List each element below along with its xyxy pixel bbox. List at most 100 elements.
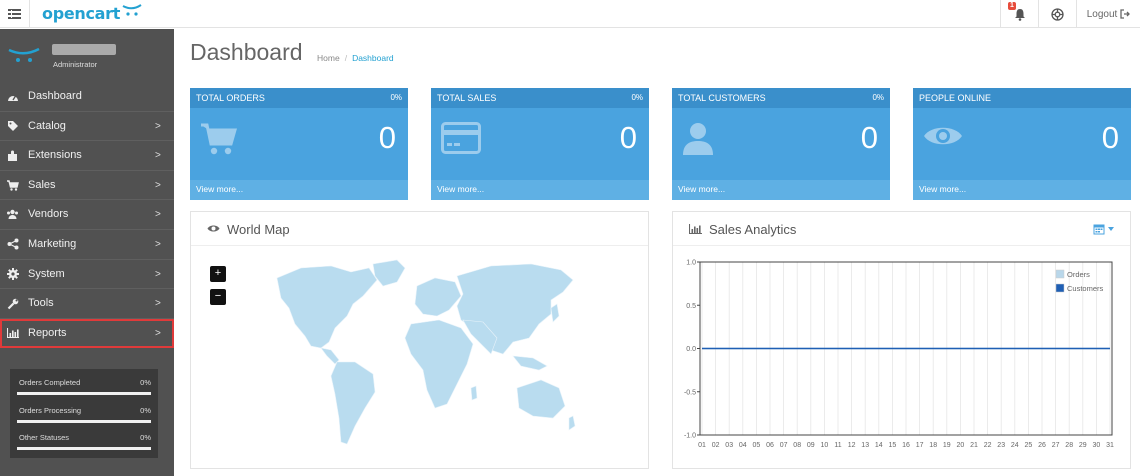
legend-label: Orders <box>1067 270 1090 279</box>
users-icon <box>6 208 19 221</box>
sidebar-item-vendors[interactable]: Vendors > <box>0 200 174 230</box>
x-tick-label: 12 <box>848 442 856 449</box>
logout-button[interactable]: Logout <box>1076 0 1140 28</box>
sidebar-item-label: Dashboard <box>28 90 82 102</box>
menu-toggle-button[interactable] <box>0 0 30 28</box>
credit-card-icon <box>441 122 481 154</box>
new-zealand-shape <box>568 415 576 431</box>
bar-chart-icon <box>689 224 702 234</box>
x-tick-label: 19 <box>943 442 951 449</box>
notification-badge: 1 <box>1008 2 1016 10</box>
notifications-button[interactable]: 1 <box>1000 0 1038 28</box>
y-tick-label: -0.5 <box>684 389 696 396</box>
top-navbar: opencart 1 Logout <box>0 0 1140 28</box>
legend-swatch <box>1055 269 1065 279</box>
sidebar-item-dashboard[interactable]: Dashboard <box>0 82 174 112</box>
tile-value: 0 <box>378 120 396 155</box>
main-content: Dashboard Home / Dashboard TOTAL ORDERS … <box>174 29 1140 476</box>
view-more-link[interactable]: View more... <box>196 184 243 194</box>
chevron-right-icon: > <box>155 120 161 132</box>
greenland-shape <box>372 259 406 287</box>
panel-header: Sales Analytics <box>673 212 1130 246</box>
sidebar-item-extensions[interactable]: Extensions > <box>0 141 174 171</box>
x-tick-label: 26 <box>1038 442 1046 449</box>
sidebar-item-sales[interactable]: Sales > <box>0 171 174 201</box>
x-tick-label: 21 <box>970 442 978 449</box>
x-tick-label: 02 <box>712 442 720 449</box>
opencart-logo[interactable]: opencart <box>42 2 142 24</box>
help-button[interactable] <box>1038 0 1076 28</box>
date-range-dropdown[interactable] <box>1093 223 1114 235</box>
sidebar-item-tools[interactable]: Tools > <box>0 289 174 319</box>
tile-percent: 0% <box>390 93 402 102</box>
y-tick-label: 0.0 <box>686 346 696 353</box>
stat-orders-completed: Orders Completed 0% <box>17 375 151 403</box>
sidebar-item-reports[interactable]: Reports > <box>0 318 174 349</box>
panel-title: Sales Analytics <box>709 222 797 237</box>
calendar-icon <box>1093 224 1105 235</box>
stat-progress-bar <box>17 447 151 450</box>
madagascar-shape <box>470 385 478 401</box>
panel-title: World Map <box>227 222 290 237</box>
map-zoom-in-button[interactable]: + <box>210 266 226 282</box>
x-tick-label: 22 <box>984 442 992 449</box>
cart-icon <box>201 123 237 155</box>
x-tick-label: 18 <box>929 442 937 449</box>
x-tick-label: 05 <box>753 442 761 449</box>
user-profile[interactable]: Administrator <box>0 29 174 81</box>
tile-value: 0 <box>1101 120 1119 155</box>
x-tick-label: 29 <box>1079 442 1087 449</box>
chevron-right-icon: > <box>155 209 161 221</box>
stat-other-statuses: Other Statuses 0% <box>17 430 151 458</box>
page-title: Dashboard <box>190 39 303 65</box>
x-tick-label: 25 <box>1025 442 1033 449</box>
world-map[interactable] <box>251 258 576 458</box>
sidebar-item-marketing[interactable]: Marketing > <box>0 230 174 260</box>
user-icon <box>683 123 713 155</box>
view-more-link[interactable]: View more... <box>678 184 725 194</box>
tile-title: TOTAL ORDERS <box>196 93 265 103</box>
sidebar-item-label: Tools <box>28 297 54 310</box>
bar-chart-icon <box>6 327 19 340</box>
sidebar-item-label: Extensions <box>28 149 82 162</box>
hamburger-icon <box>8 9 21 19</box>
breadcrumb-separator: / <box>344 53 348 63</box>
x-tick-label: 11 <box>834 442 841 449</box>
africa-shape <box>404 319 474 409</box>
life-ring-icon <box>1051 7 1064 21</box>
stat-label: Other Statuses <box>19 433 70 442</box>
chevron-right-icon: > <box>155 179 161 191</box>
gear-icon <box>6 268 19 281</box>
map-zoom-out-button[interactable]: − <box>210 289 226 305</box>
sign-out-icon <box>1120 9 1131 19</box>
x-tick-label: 28 <box>1065 442 1073 449</box>
stat-value: 0% <box>140 378 151 387</box>
tile-title: TOTAL SALES <box>437 93 497 103</box>
view-more-link[interactable]: View more... <box>437 184 484 194</box>
sidebar-item-system[interactable]: System > <box>0 260 174 290</box>
stat-label: Orders Processing <box>19 405 82 415</box>
order-status-panel: Orders Completed 0% Orders Processing 0%… <box>10 369 158 458</box>
breadcrumb-home-link[interactable]: Home <box>317 53 340 63</box>
x-tick-label: 20 <box>957 442 965 449</box>
sidebar-item-label: Sales <box>28 178 56 191</box>
sidebar: Administrator Dashboard Catalog > Extens… <box>0 29 174 476</box>
breadcrumb-dashboard-link[interactable]: Dashboard <box>352 53 394 63</box>
x-tick-label: 17 <box>916 442 924 449</box>
chevron-right-icon: > <box>155 327 161 339</box>
view-more-link[interactable]: View more... <box>919 184 966 194</box>
x-tick-label: 14 <box>875 442 883 449</box>
sidebar-item-label: Catalog <box>28 119 66 132</box>
x-tick-label: 08 <box>793 442 801 449</box>
sidebar-menu: Dashboard Catalog > Extensions > Sales > <box>0 82 174 349</box>
sales-analytics-chart: 1.0 0.5 0.0 -0.5 -1.001 02 03 04 05 06 07 08 09 10 11 1… <box>684 260 1114 450</box>
tile-percent: 0% <box>872 93 884 102</box>
x-tick-label: 10 <box>821 442 829 449</box>
sidebar-item-catalog[interactable]: Catalog > <box>0 112 174 142</box>
wrench-icon <box>6 297 19 310</box>
tag-icon <box>6 120 19 133</box>
panel-header: World Map <box>191 212 648 246</box>
tile-total-sales: TOTAL SALES 0% 0 View more... <box>431 88 649 200</box>
x-tick-label: 16 <box>902 442 910 449</box>
logo-cart-icon <box>122 4 142 16</box>
